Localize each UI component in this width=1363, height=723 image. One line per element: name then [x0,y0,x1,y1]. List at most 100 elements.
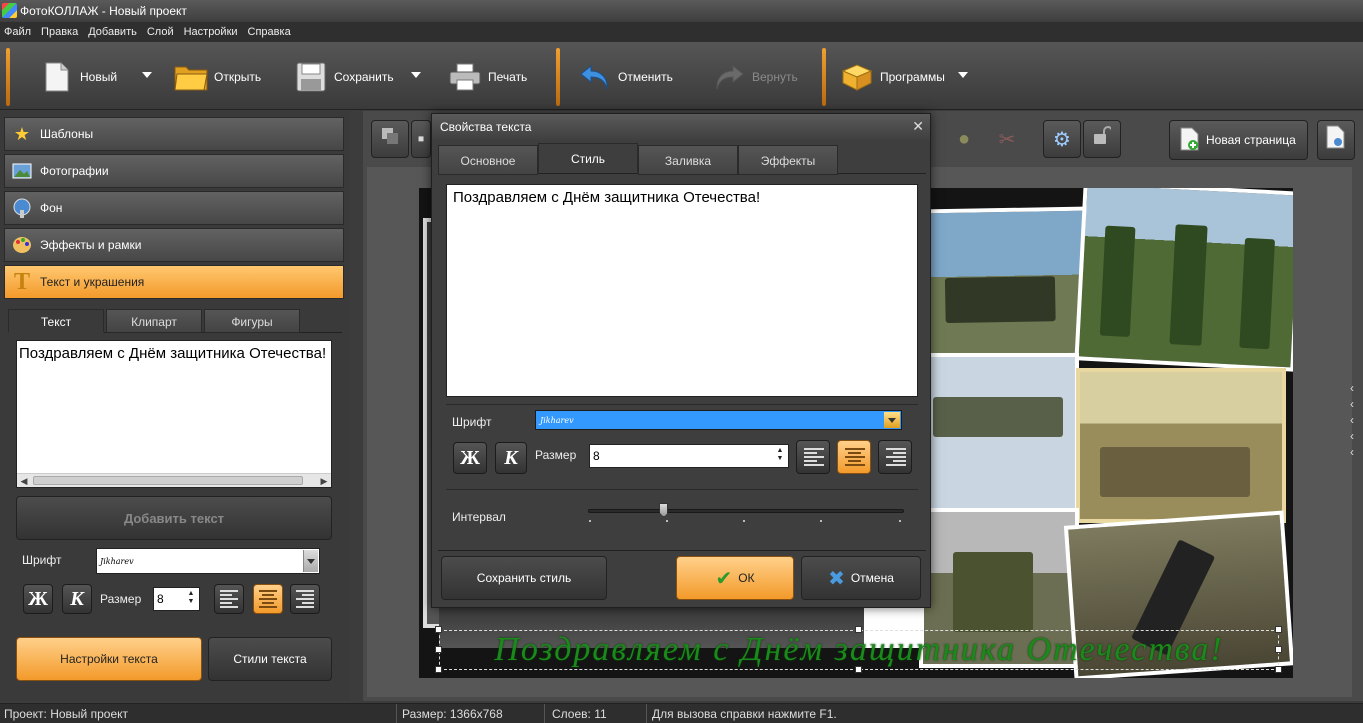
interval-label: Интервал [452,510,506,524]
window-title: ФотоКОЛЛАЖ - Новый проект [20,4,187,18]
resize-handle[interactable] [1275,646,1282,653]
menu-help[interactable]: Справка [244,22,297,42]
align-left-button[interactable] [214,584,244,614]
ok-button[interactable]: ✔ ОК [676,556,794,600]
dialog-align-left-button[interactable] [796,440,830,474]
chevron-down-icon[interactable] [884,412,900,428]
category-photos[interactable]: Фотографии [4,154,344,188]
interval-group [446,489,918,541]
new-page-icon [1180,127,1200,154]
scrollbar-thumb[interactable] [33,476,303,485]
align-left-icon [804,448,824,466]
dialog-font-select[interactable]: Jikharev [535,410,902,430]
add-text-button[interactable]: Добавить текст [16,496,332,540]
resize-handle[interactable] [855,626,862,633]
settings-button[interactable]: ⚙ [1043,120,1081,158]
align-right-icon [296,590,314,608]
stepper-arrows-icon[interactable]: ▲ ▼ [185,590,197,608]
align-center-button[interactable] [253,584,283,614]
collage-photo-soldiers[interactable] [1074,188,1293,372]
canvas-text-object[interactable]: Поздравляем с Днём защитника Отечества! [439,630,1279,670]
programs-button[interactable]: Программы [840,52,945,102]
scroll-right-icon[interactable]: ▶ [317,474,331,488]
new-button[interactable]: Новый [40,52,117,102]
close-icon[interactable]: ✕ [912,118,924,135]
size-stepper[interactable]: 8 ▲ ▼ [153,587,200,611]
print-button[interactable]: Печать [448,52,527,102]
bold-button[interactable]: Ж [23,584,53,614]
tab-fill[interactable]: Заливка [638,145,738,175]
save-dropdown-arrow[interactable] [411,72,421,78]
align-right-button[interactable] [290,584,320,614]
resize-handle[interactable] [1275,666,1282,673]
subtab-text[interactable]: Текст [8,309,104,333]
menu-add[interactable]: Добавить [84,22,143,42]
menu-settings[interactable]: Настройки [180,22,244,42]
category-background[interactable]: Фон [4,191,344,225]
subtab-shapes[interactable]: Фигуры [204,309,300,333]
collage-photo-helicopter[interactable] [919,353,1079,513]
category-effects-frames[interactable]: Эффекты и рамки [4,228,344,262]
italic-button[interactable]: К [62,584,92,614]
dialog-align-center-button[interactable] [837,440,871,474]
new-page-button[interactable]: Новая страница [1169,120,1308,160]
menu-edit[interactable]: Правка [37,22,84,42]
layer-front-button[interactable]: ▪ [411,120,431,158]
programs-dropdown-arrow[interactable] [958,72,968,78]
interval-slider-track[interactable] [588,509,904,513]
resize-handle[interactable] [435,626,442,633]
new-dropdown-arrow[interactable] [142,72,152,78]
palette-icon [8,233,36,257]
redo-button[interactable]: Вернуть [712,52,798,102]
chevron-down-icon[interactable] [303,550,318,572]
align-center-icon [259,590,277,608]
side-collapse-arrows[interactable]: ‹ ‹ ‹ ‹ ‹ [1350,380,1360,460]
cancel-button[interactable]: ✖ Отмена [801,556,921,600]
tab-style[interactable]: Стиль [538,143,638,173]
resize-handle[interactable] [855,666,862,673]
slider-tick [899,520,901,522]
subtab-clipart[interactable]: Клипарт [106,309,202,333]
status-layers: Слоев: 11 [552,707,607,721]
text-t-icon: T [13,268,30,295]
tab-basic[interactable]: Основное [438,145,538,175]
save-style-button[interactable]: Сохранить стиль [441,556,607,600]
resize-handle[interactable] [435,646,442,653]
lock-button[interactable] [1083,120,1121,158]
dialog-bold-button[interactable]: Ж [453,442,487,474]
category-templates[interactable]: ★ Шаблоны [4,117,344,151]
status-project: Проект: Новый проект [4,707,128,721]
dialog-text-input[interactable]: Поздравляем с Днём защитника Отечества! [446,184,918,397]
resize-handle[interactable] [435,666,442,673]
text-styles-button[interactable]: Стили текста [208,637,332,681]
collage-photo-tanks[interactable] [1076,368,1286,523]
effect-button[interactable]: ● [945,120,983,158]
resize-handle[interactable] [1275,626,1282,633]
font-label: Шрифт [22,553,62,567]
left-panel: ★ Шаблоны Фотографии Фон Эффекты и рамки… [0,111,350,701]
dialog-font-label: Шрифт [452,415,492,429]
dialog-align-right-button[interactable] [878,440,912,474]
dialog-size-stepper[interactable]: 8 ▲ ▼ [589,444,789,468]
stepper-arrows-icon[interactable]: ▲ ▼ [774,447,786,465]
menu-file[interactable]: Файл [0,22,37,42]
text-settings-button[interactable]: Настройки текста [16,637,202,681]
toolbar-separator [556,48,560,106]
save-button[interactable]: Сохранить [294,52,394,102]
text-input-area[interactable]: Поздравляем с Днём защитника Отечества! [16,340,332,488]
font-select[interactable]: Jikharev [96,548,320,574]
page-settings-button[interactable] [1317,120,1355,160]
open-button[interactable]: Открыть [174,52,261,102]
dialog-italic-button[interactable]: К [495,442,527,474]
scroll-left-icon[interactable]: ◀ [17,474,31,488]
star-icon: ★ [13,123,31,144]
menu-layer[interactable]: Слой [143,22,180,42]
category-text-decorations[interactable]: T Текст и украшения [4,265,344,299]
collage-photo-vehicle[interactable] [919,206,1093,360]
undo-button[interactable]: Отменить [578,52,673,102]
cross-icon: ✖ [828,567,845,590]
tab-effects[interactable]: Эффекты [738,145,838,175]
layer-back-button[interactable] [371,120,409,158]
tool-button[interactable]: ✂ [988,120,1026,158]
horizontal-scrollbar[interactable]: ◀ ▶ [17,473,331,487]
